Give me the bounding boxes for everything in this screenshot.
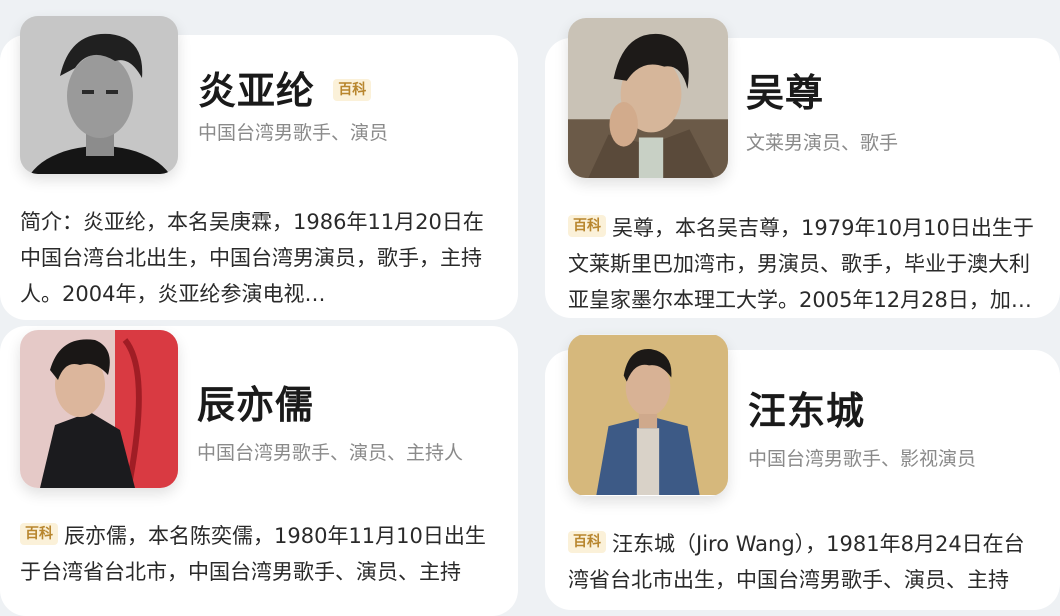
desc-text: 吴尊，本名吴吉尊，1979年10月10日出生于文莱斯里巴加湾市，男演员、歌手，毕… bbox=[568, 216, 1034, 312]
person-photo-1[interactable] bbox=[20, 16, 178, 174]
person-name-2[interactable]: 吴尊 bbox=[746, 62, 824, 117]
person-subtitle-2: 文莱男演员、歌手 bbox=[746, 132, 899, 154]
person-photo-3[interactable] bbox=[20, 330, 178, 488]
desc-prefix: 简介： bbox=[20, 210, 83, 234]
person-desc-3[interactable]: 百科 辰亦儒，本名陈奕儒，1980年11月10日出生于台湾省台北市，中国台湾男歌手… bbox=[20, 518, 500, 590]
portrait-image bbox=[20, 16, 178, 174]
baike-badge: 百科 bbox=[568, 215, 606, 237]
person-desc-1[interactable]: 简介：炎亚纶，本名吴庚霖，1986年11月20日在中国台湾台北出生，中国台湾男演… bbox=[20, 204, 500, 312]
person-name-1[interactable]: 炎亚纶 百科 bbox=[198, 60, 372, 115]
person-name-4[interactable]: 汪东城 bbox=[748, 380, 865, 435]
portrait-image bbox=[20, 330, 178, 488]
baike-badge: 百科 bbox=[568, 531, 606, 553]
desc-text: 汪东城（Jiro Wang），1981年8月24日在台湾省台北市出生，中国台湾男… bbox=[568, 532, 1025, 592]
person-desc-2[interactable]: 百科 吴尊，本名吴吉尊，1979年10月10日出生于文莱斯里巴加湾市，男演员、歌手… bbox=[568, 210, 1042, 318]
baike-badge: 百科 bbox=[333, 78, 372, 101]
portrait-image bbox=[568, 335, 728, 495]
person-desc-4[interactable]: 百科 汪东城（Jiro Wang），1981年8月24日在台湾省台北市出生，中国台… bbox=[568, 526, 1042, 598]
person-photo-4[interactable] bbox=[568, 334, 728, 496]
desc-text: 炎亚纶，本名吴庚霖，1986年11月20日在中国台湾台北出生，中国台湾男演员，歌… bbox=[20, 210, 484, 306]
person-subtitle-4: 中国台湾男歌手、影视演员 bbox=[748, 448, 977, 470]
person-subtitle-3: 中国台湾男歌手、演员、主持人 bbox=[197, 442, 464, 464]
person-photo-2[interactable] bbox=[568, 18, 728, 178]
person-subtitle-1: 中国台湾男歌手、演员 bbox=[198, 122, 389, 144]
desc-text: 辰亦儒，本名陈奕儒，1980年11月10日出生于台湾省台北市，中国台湾男歌手、演… bbox=[20, 524, 486, 584]
name-text: 炎亚纶 bbox=[198, 69, 316, 113]
portrait-image bbox=[568, 18, 728, 178]
baike-badge: 百科 bbox=[20, 523, 58, 545]
person-name-3[interactable]: 辰亦儒 bbox=[197, 374, 314, 429]
